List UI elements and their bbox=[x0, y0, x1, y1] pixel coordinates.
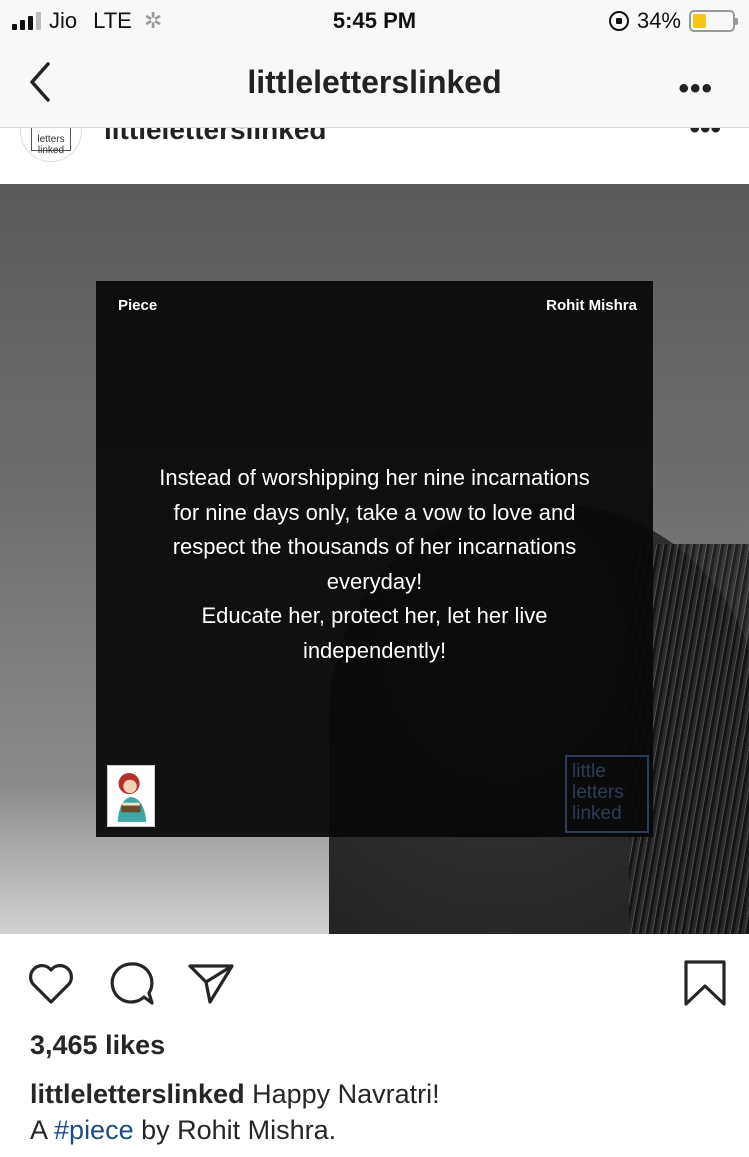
caption-text: Happy Navratri! bbox=[252, 1079, 440, 1109]
post-image[interactable]: Piece Rohit Mishra Instead of worshippin… bbox=[0, 184, 749, 934]
rotation-lock-icon bbox=[608, 11, 629, 31]
quote-line: Instead of worshipping her nine incarnat… bbox=[159, 465, 590, 490]
caption-line-2: A #piece by Rohit Mishra. bbox=[30, 1112, 730, 1148]
quote-text: Instead of worshipping her nine incarnat… bbox=[126, 461, 623, 669]
brand-logo: little letters linked bbox=[565, 755, 649, 833]
hashtag-link[interactable]: #piece bbox=[54, 1115, 134, 1145]
caption-prefix: A bbox=[30, 1115, 55, 1145]
likes-count[interactable]: 3,465 likes bbox=[30, 1030, 165, 1061]
navigation-bar: littleletterslinked ••• bbox=[0, 40, 749, 128]
more-options-icon[interactable]: ••• bbox=[689, 128, 721, 146]
status-bar: Jio LTE ✲ 5:45 PM 34% bbox=[0, 0, 749, 40]
reading-girl-illustration bbox=[107, 765, 155, 827]
battery-percent: 34% bbox=[636, 8, 681, 33]
status-right: 34% bbox=[608, 8, 738, 34]
card-author: Rohit Mishra bbox=[546, 297, 637, 314]
caption-username[interactable]: littleletterslinked bbox=[30, 1079, 245, 1109]
avatar[interactable]: letters linked bbox=[20, 128, 82, 162]
avatar-text: letters linked bbox=[31, 128, 71, 156]
quote-line: for nine days only, take a vow to love a… bbox=[173, 499, 576, 525]
logo-line: linked bbox=[572, 803, 622, 824]
quote-line: respect the thousands of her incarnation… bbox=[172, 534, 577, 560]
post-actions bbox=[0, 934, 749, 1030]
nav-title: littleletterslinked bbox=[247, 64, 502, 100]
comment-icon[interactable] bbox=[106, 958, 156, 1008]
battery-level bbox=[693, 14, 706, 28]
quote-card: Piece Rohit Mishra Instead of worshippin… bbox=[96, 281, 653, 837]
heart-icon[interactable] bbox=[26, 958, 76, 1008]
caption-line-1: littleletterslinked Happy Navratri! bbox=[30, 1076, 730, 1112]
caption-suffix: by Rohit Mishra. bbox=[133, 1115, 337, 1145]
post-caption: littleletterslinked Happy Navratri! A #p… bbox=[30, 1076, 730, 1148]
share-icon[interactable] bbox=[186, 958, 236, 1008]
more-options-icon[interactable]: ••• bbox=[678, 72, 713, 106]
post-header: letters linked littleletterslinked ••• bbox=[0, 128, 749, 184]
quote-line: everyday! bbox=[326, 568, 423, 594]
logo-line: letters bbox=[572, 782, 624, 803]
quote-line: Educate her, protect her, let her live bbox=[201, 603, 548, 629]
quote-line: independently! bbox=[302, 637, 447, 663]
card-label: Piece bbox=[118, 297, 158, 314]
bookmark-icon[interactable] bbox=[680, 958, 730, 1008]
logo-line: little bbox=[572, 761, 606, 782]
post-username[interactable]: littleletterslinked bbox=[104, 128, 327, 146]
battery-icon bbox=[689, 10, 738, 32]
